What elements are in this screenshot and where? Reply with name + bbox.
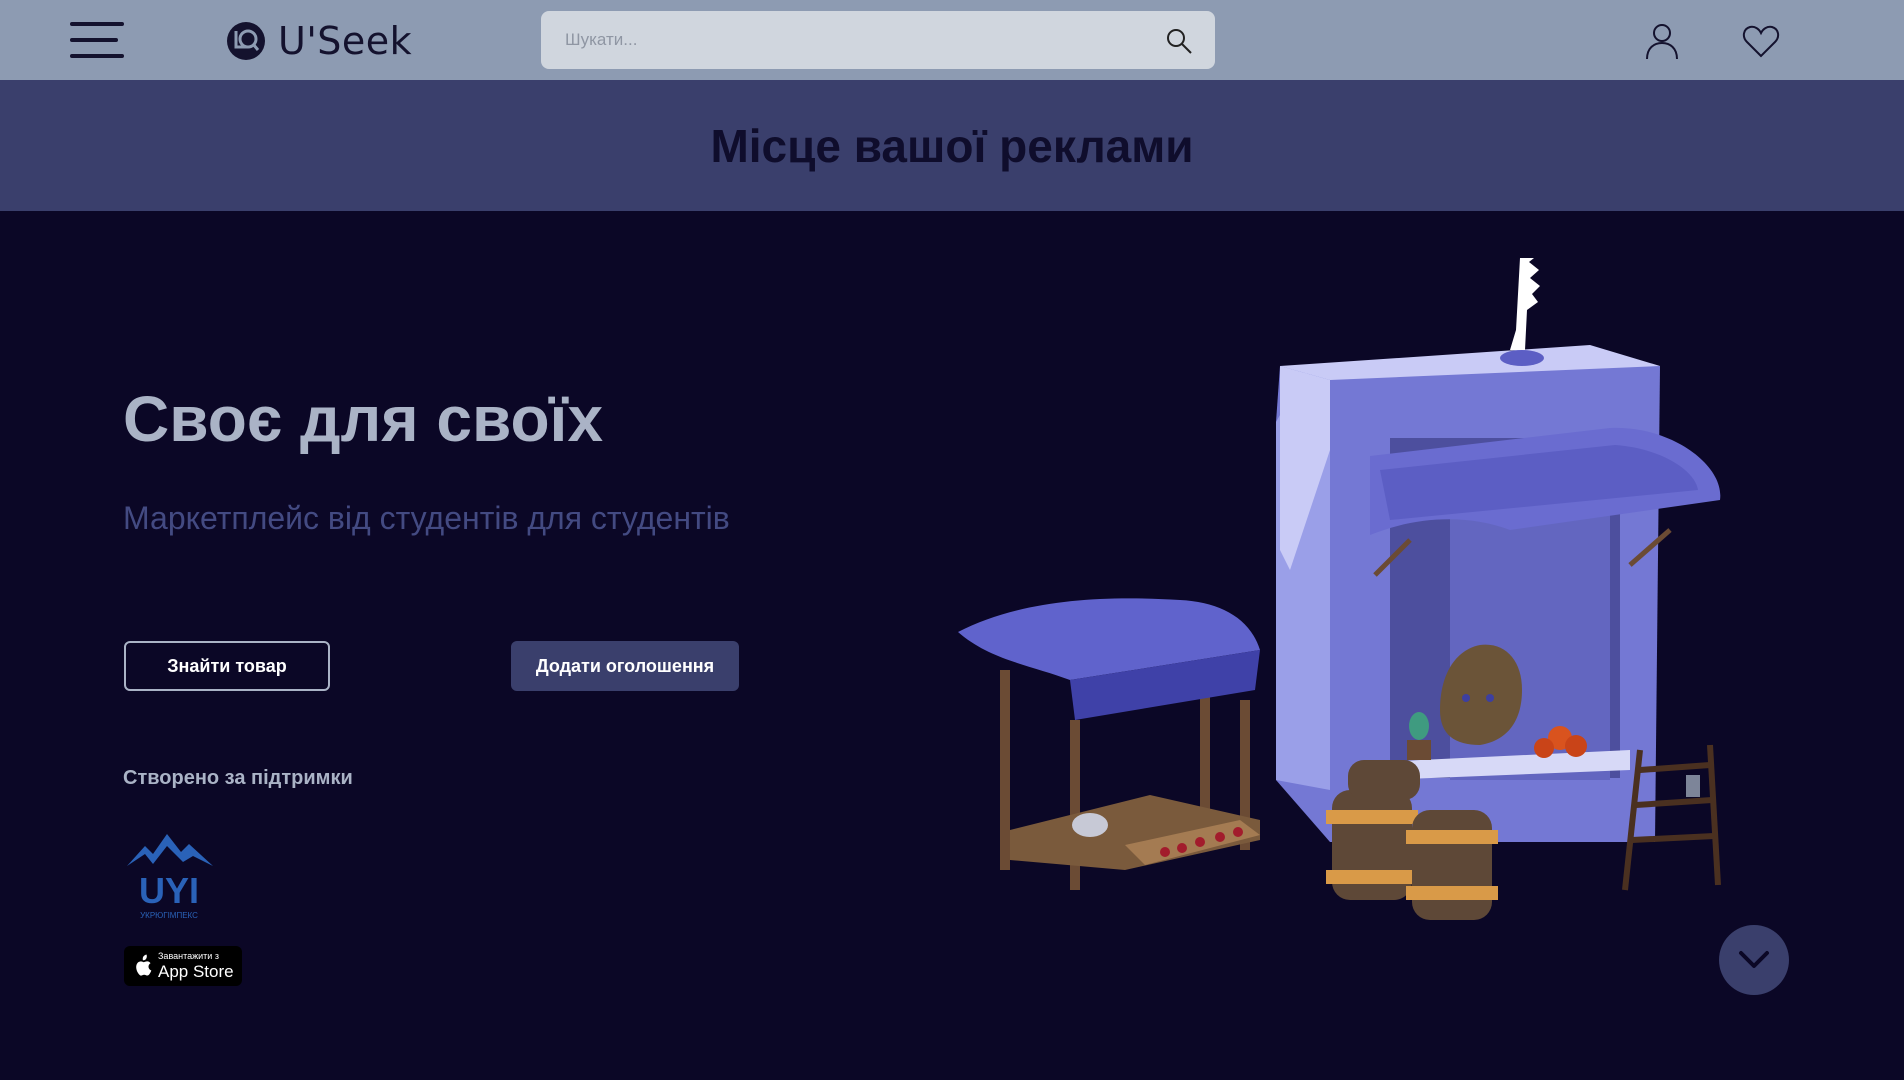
scroll-down-button[interactable]: [1719, 925, 1789, 995]
add-listing-button[interactable]: Додати оголошення: [511, 641, 739, 691]
hero-subtitle: Маркетплейс від студентів для студентів: [123, 500, 730, 536]
top-header: U'Seek: [0, 0, 1904, 80]
big-stall: [1276, 258, 1721, 842]
partner-logo: UYI УКРЮГІМПЕКС: [127, 834, 213, 920]
search-bar: [541, 11, 1215, 69]
search-icon[interactable]: [1165, 27, 1193, 55]
logo-text: U'Seek: [278, 19, 413, 63]
small-stall: [958, 598, 1260, 890]
market-stall-illustration: [958, 258, 1721, 920]
app-store-big-text: App Store: [158, 962, 234, 981]
svg-text:UYI: UYI: [139, 870, 199, 911]
svg-text:УКРЮГІМПЕКС: УКРЮГІМПЕКС: [140, 911, 198, 920]
app-store-badge[interactable]: Завантажити з App Store: [124, 946, 242, 986]
user-icon[interactable]: [1644, 22, 1680, 60]
hero-title: Своє для своїх: [123, 383, 604, 455]
logo[interactable]: U'Seek: [226, 19, 413, 63]
ad-banner-text: Місце вашої реклами: [710, 119, 1194, 172]
chevron-down-icon: [1739, 951, 1769, 968]
logo-icon: [227, 22, 265, 60]
app-store-small-text: Завантажити з: [158, 951, 219, 961]
heart-icon[interactable]: [1742, 24, 1780, 58]
support-label: Створено за підтримки: [123, 767, 353, 789]
ad-banner[interactable]: Місце вашої реклами: [0, 80, 1904, 211]
find-product-button[interactable]: Знайти товар: [124, 641, 330, 691]
menu-icon[interactable]: [70, 22, 124, 58]
apple-icon: [136, 954, 152, 976]
search-input[interactable]: [565, 11, 1145, 69]
